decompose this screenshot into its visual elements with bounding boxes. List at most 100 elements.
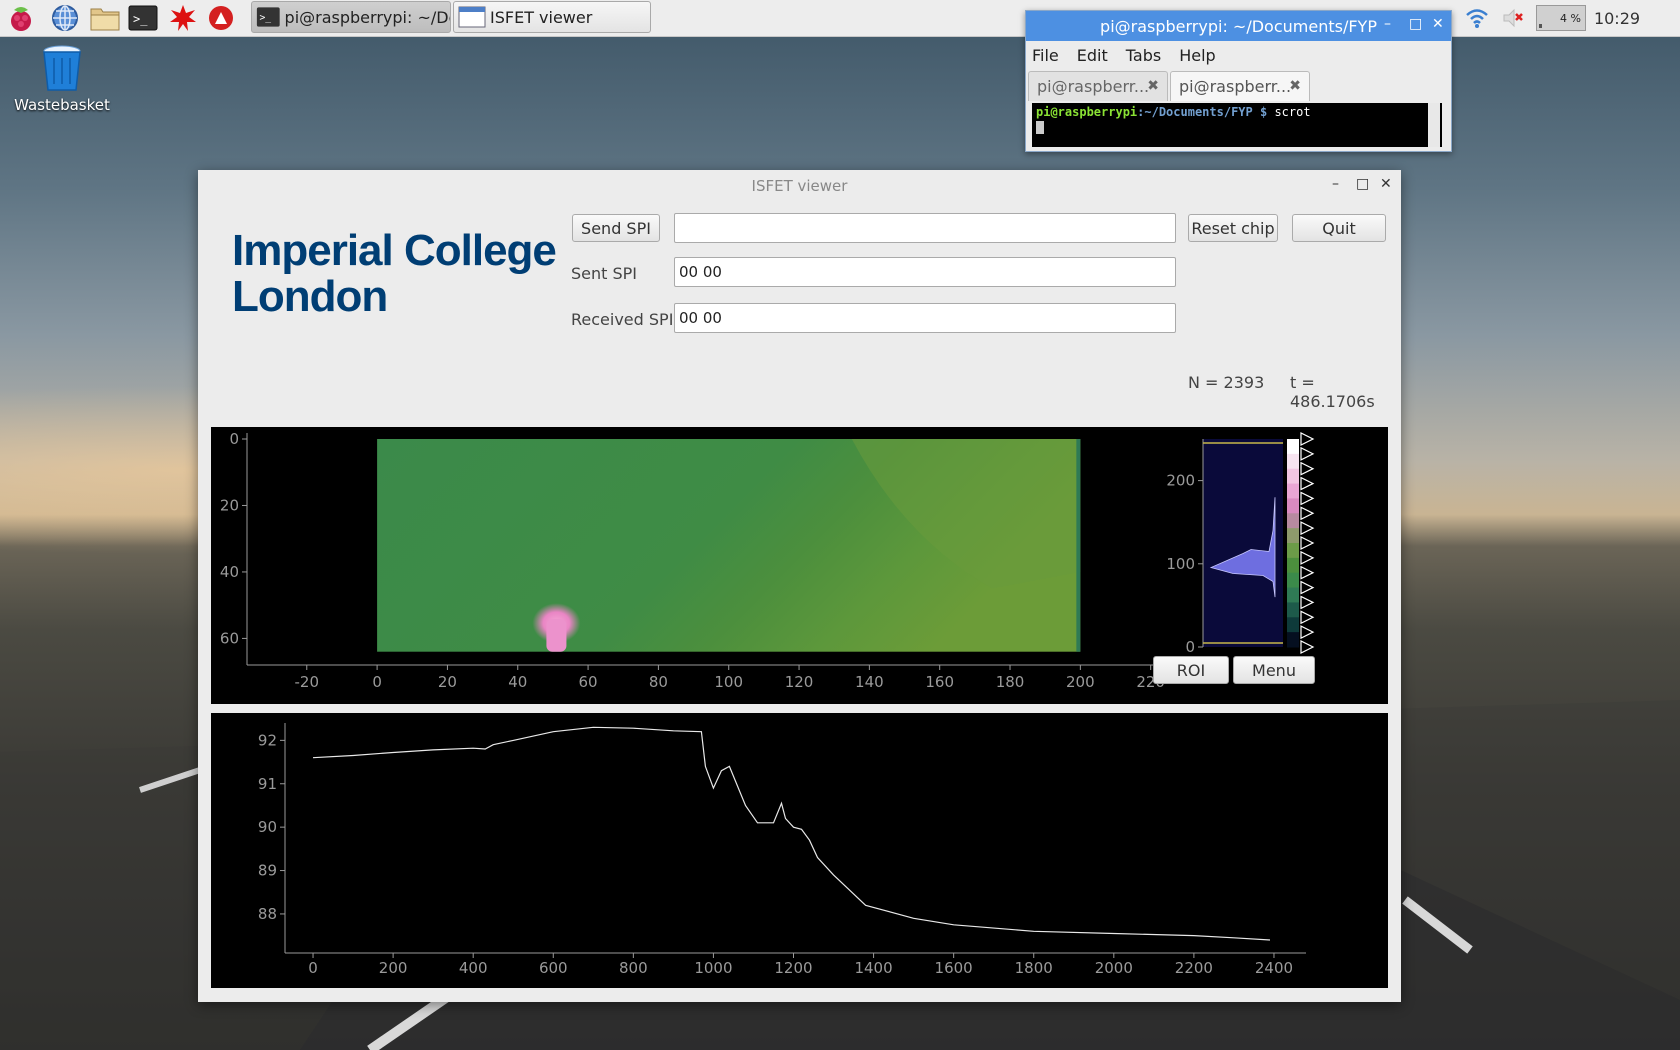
- wastebasket-desktop-icon[interactable]: Wastebasket: [12, 44, 112, 114]
- wolfram-icon[interactable]: [206, 3, 236, 33]
- histogram-tick-label: 200: [1166, 472, 1195, 490]
- gradient-handle: [1300, 461, 1315, 476]
- sent-spi-field[interactable]: 00 00: [674, 257, 1176, 287]
- clock[interactable]: 10:29: [1592, 0, 1642, 36]
- heatmap-x-tick-label: 20: [438, 673, 457, 691]
- timeseries-x-tick-label: 1400: [854, 959, 892, 977]
- received-spi-label: Received SPI: [571, 310, 674, 329]
- heatmap-x-tick-label: 160: [925, 673, 954, 691]
- heatmap-x-tick-label: 180: [996, 673, 1025, 691]
- web-browser-icon[interactable]: [50, 3, 80, 33]
- terminal-tabbar: pi@raspberr... ✖ pi@raspberr... ✖: [1026, 69, 1451, 101]
- gradient-handle: [1300, 476, 1315, 491]
- colorbar-segment: [1287, 557, 1299, 574]
- gradient-handle: [1300, 506, 1315, 521]
- elapsed-time: t = 486.1706s: [1290, 373, 1375, 411]
- timeseries-x-tick-label: 2400: [1255, 959, 1293, 977]
- terminal-task-icon: >_: [256, 7, 280, 27]
- timeseries-x-tick-label: 600: [539, 959, 568, 977]
- colorbar-segment: [1287, 439, 1299, 455]
- maximize-icon[interactable]: □: [1356, 176, 1369, 192]
- terminal-menubar: File Edit Tabs Help: [1026, 41, 1451, 69]
- mathematica-icon[interactable]: [168, 3, 198, 33]
- heatmap-x-tick-label: 0: [372, 673, 382, 691]
- timeseries-x-tick-label: 200: [379, 959, 408, 977]
- window-task-icon: [458, 6, 486, 28]
- isfet-titlebar[interactable]: ISFET viewer – □ ✕: [198, 170, 1401, 202]
- terminal-scrollbar[interactable]: [1428, 103, 1440, 147]
- menu-edit[interactable]: Edit: [1077, 46, 1108, 65]
- file-manager-icon[interactable]: [90, 3, 120, 33]
- terminal-tab-label: pi@raspberr...: [1037, 77, 1150, 96]
- timeseries-x-tick-label: 0: [308, 959, 318, 977]
- quit-button[interactable]: Quit: [1292, 214, 1386, 242]
- quit-label: Quit: [1322, 218, 1356, 238]
- sent-spi-label: Sent SPI: [571, 264, 638, 283]
- task-terminal-label: pi@raspberrypi: ~/Do...: [284, 7, 450, 27]
- logo-line-2: London: [232, 272, 388, 321]
- histogram-lut[interactable]: 0 100 200: [1166, 432, 1315, 656]
- timeseries-y-tick-label: 88: [258, 905, 277, 923]
- maximize-icon[interactable]: □: [1409, 16, 1422, 32]
- minimize-icon[interactable]: –: [1332, 176, 1339, 192]
- raspberry-menu-icon[interactable]: [6, 3, 36, 33]
- menu-button[interactable]: Menu: [1233, 656, 1315, 684]
- terminal-tab-label: pi@raspberr...: [1179, 77, 1292, 96]
- colorbar-segment: [1287, 617, 1299, 633]
- colorbar-segment: [1287, 543, 1299, 559]
- roi-button[interactable]: ROI: [1153, 656, 1229, 684]
- trash-icon: [43, 45, 81, 91]
- minimize-icon[interactable]: –: [1384, 16, 1391, 32]
- heatmap-x-tick-label: 60: [579, 673, 598, 691]
- reset-chip-label: Reset chip: [1191, 218, 1275, 238]
- terminal-tab-1[interactable]: pi@raspberr... ✖: [1028, 71, 1168, 101]
- received-spi-field[interactable]: 00 00: [674, 303, 1176, 333]
- task-terminal[interactable]: >_ pi@raspberrypi: ~/Do...: [251, 1, 451, 33]
- colorbar-segment: [1287, 483, 1299, 499]
- svg-text:>_: >_: [260, 13, 272, 24]
- task-isfet-viewer[interactable]: ISFET viewer: [453, 1, 651, 33]
- menu-tabs[interactable]: Tabs: [1126, 46, 1161, 65]
- gradient-handle: [1300, 446, 1315, 461]
- gradient-handle: [1300, 625, 1315, 640]
- heatmap-x-tick-label: 200: [1066, 673, 1095, 691]
- timeseries-x-tick-label: 1200: [774, 959, 812, 977]
- terminal-command: scrot: [1274, 105, 1311, 119]
- terminal-launcher-icon[interactable]: >_: [128, 3, 158, 33]
- close-icon[interactable]: ✕: [1432, 16, 1444, 32]
- heatmap-x-tick-label: 120: [785, 673, 814, 691]
- heatmap-x-tick-label: 80: [649, 673, 668, 691]
- volume-muted-icon[interactable]: [1498, 0, 1528, 36]
- gradient-handle: [1300, 610, 1315, 625]
- svg-text:>_: >_: [133, 12, 148, 26]
- terminal-output[interactable]: pi@raspberrypi:~/Documents/FYP $ scrot: [1032, 103, 1442, 147]
- terminal-titlebar[interactable]: pi@raspberrypi: ~/Documents/FYP – □ ✕: [1026, 11, 1451, 41]
- menu-help[interactable]: Help: [1179, 46, 1215, 65]
- timeseries-y-tick-label: 91: [258, 775, 277, 793]
- colorbar-segment: [1287, 453, 1299, 470]
- gradient-handle: [1300, 536, 1315, 550]
- isfet-viewer-window: ISFET viewer – □ ✕ Imperial College Lond…: [198, 170, 1401, 1002]
- clock-label: 10:29: [1593, 8, 1641, 28]
- menu-file[interactable]: File: [1032, 46, 1059, 65]
- timeseries-panel: 0 200 400 600 800 1000 1200 1400 1600 1800 2000 220…: [211, 713, 1388, 988]
- send-spi-button[interactable]: Send SPI: [572, 214, 660, 242]
- timeseries-chart[interactable]: 0 200 400 600 800 1000 1200 1400 1600 1800 2000 220…: [211, 713, 1388, 988]
- gradient-handle: [1300, 595, 1315, 610]
- reset-chip-button[interactable]: Reset chip: [1188, 214, 1278, 242]
- terminal-tab-2[interactable]: pi@raspberr... ✖: [1170, 71, 1310, 101]
- send-spi-label: Send SPI: [581, 218, 651, 238]
- close-icon[interactable]: ✕: [1380, 176, 1392, 192]
- timeseries-x-tick-label: 2200: [1175, 959, 1213, 977]
- heatmap-y-tick-label: 40: [220, 563, 239, 581]
- gradient-handle: [1300, 580, 1315, 595]
- tab-close-icon[interactable]: ✖: [1289, 78, 1301, 94]
- colorbar-segment: [1287, 587, 1299, 603]
- tab-close-icon[interactable]: ✖: [1147, 78, 1159, 94]
- heatmap-x-tick-label: -20: [295, 673, 320, 691]
- colorbar-segment: [1287, 513, 1299, 529]
- prompt-user: pi@raspberrypi: [1036, 105, 1138, 119]
- heatmap-edge-column: [1076, 439, 1081, 652]
- send-spi-input[interactable]: [674, 213, 1176, 243]
- wifi-icon[interactable]: [1462, 0, 1492, 36]
